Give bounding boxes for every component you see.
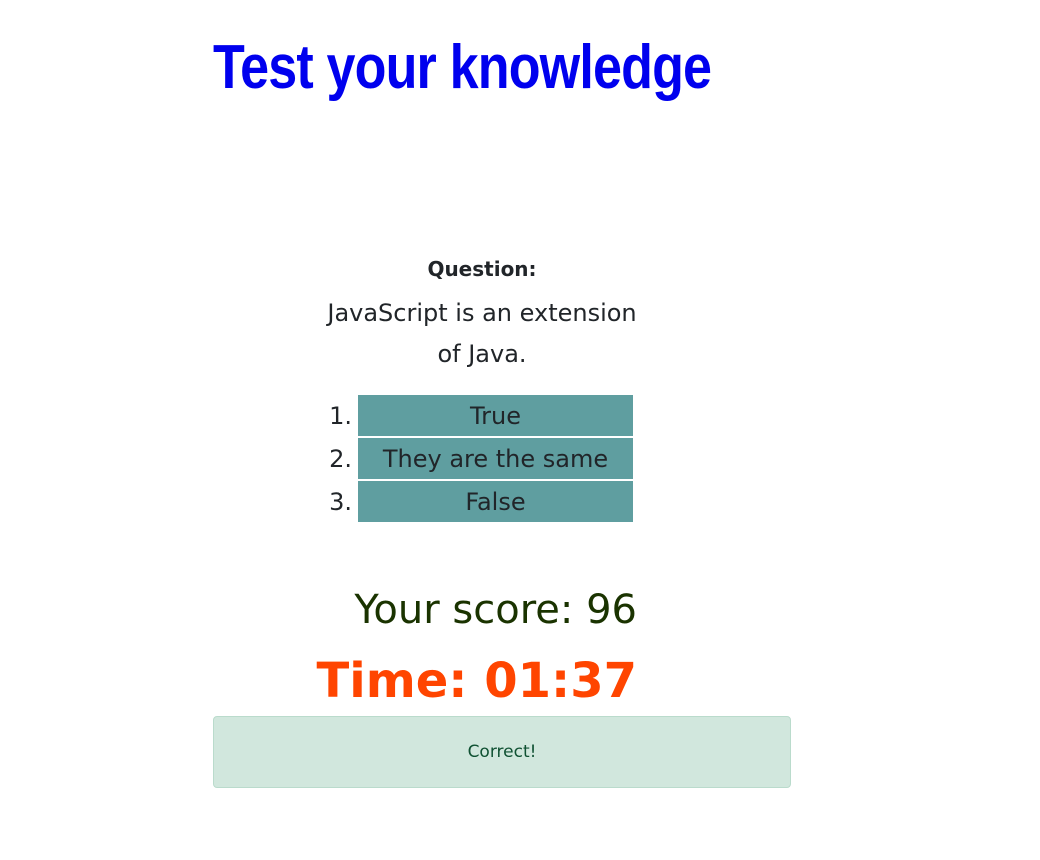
score-display: Your score: 96 <box>354 587 637 633</box>
timer-display: Time: 01:37 <box>316 653 637 709</box>
feedback-alert: Correct! <box>213 716 791 788</box>
page-title: Test your knowledge <box>213 33 712 102</box>
answer-button-false[interactable]: False <box>358 481 633 522</box>
answer-button-same[interactable]: They are the same <box>358 438 633 479</box>
answer-item: 2. They are the same <box>318 438 633 479</box>
answer-number: 1. <box>329 401 352 430</box>
question-text: JavaScript is an extension of Java. <box>327 299 637 368</box>
question-card: Question: JavaScript is an extension of … <box>320 253 644 375</box>
answer-item: 3. False <box>318 481 633 522</box>
question-label: Question: <box>427 257 537 281</box>
answer-button-true[interactable]: True <box>358 395 633 436</box>
answer-item: 1. True <box>318 395 633 436</box>
answer-number: 2. <box>329 444 352 473</box>
answer-list: 1. True 2. They are the same 3. False <box>318 395 633 524</box>
answer-number: 3. <box>329 487 352 516</box>
